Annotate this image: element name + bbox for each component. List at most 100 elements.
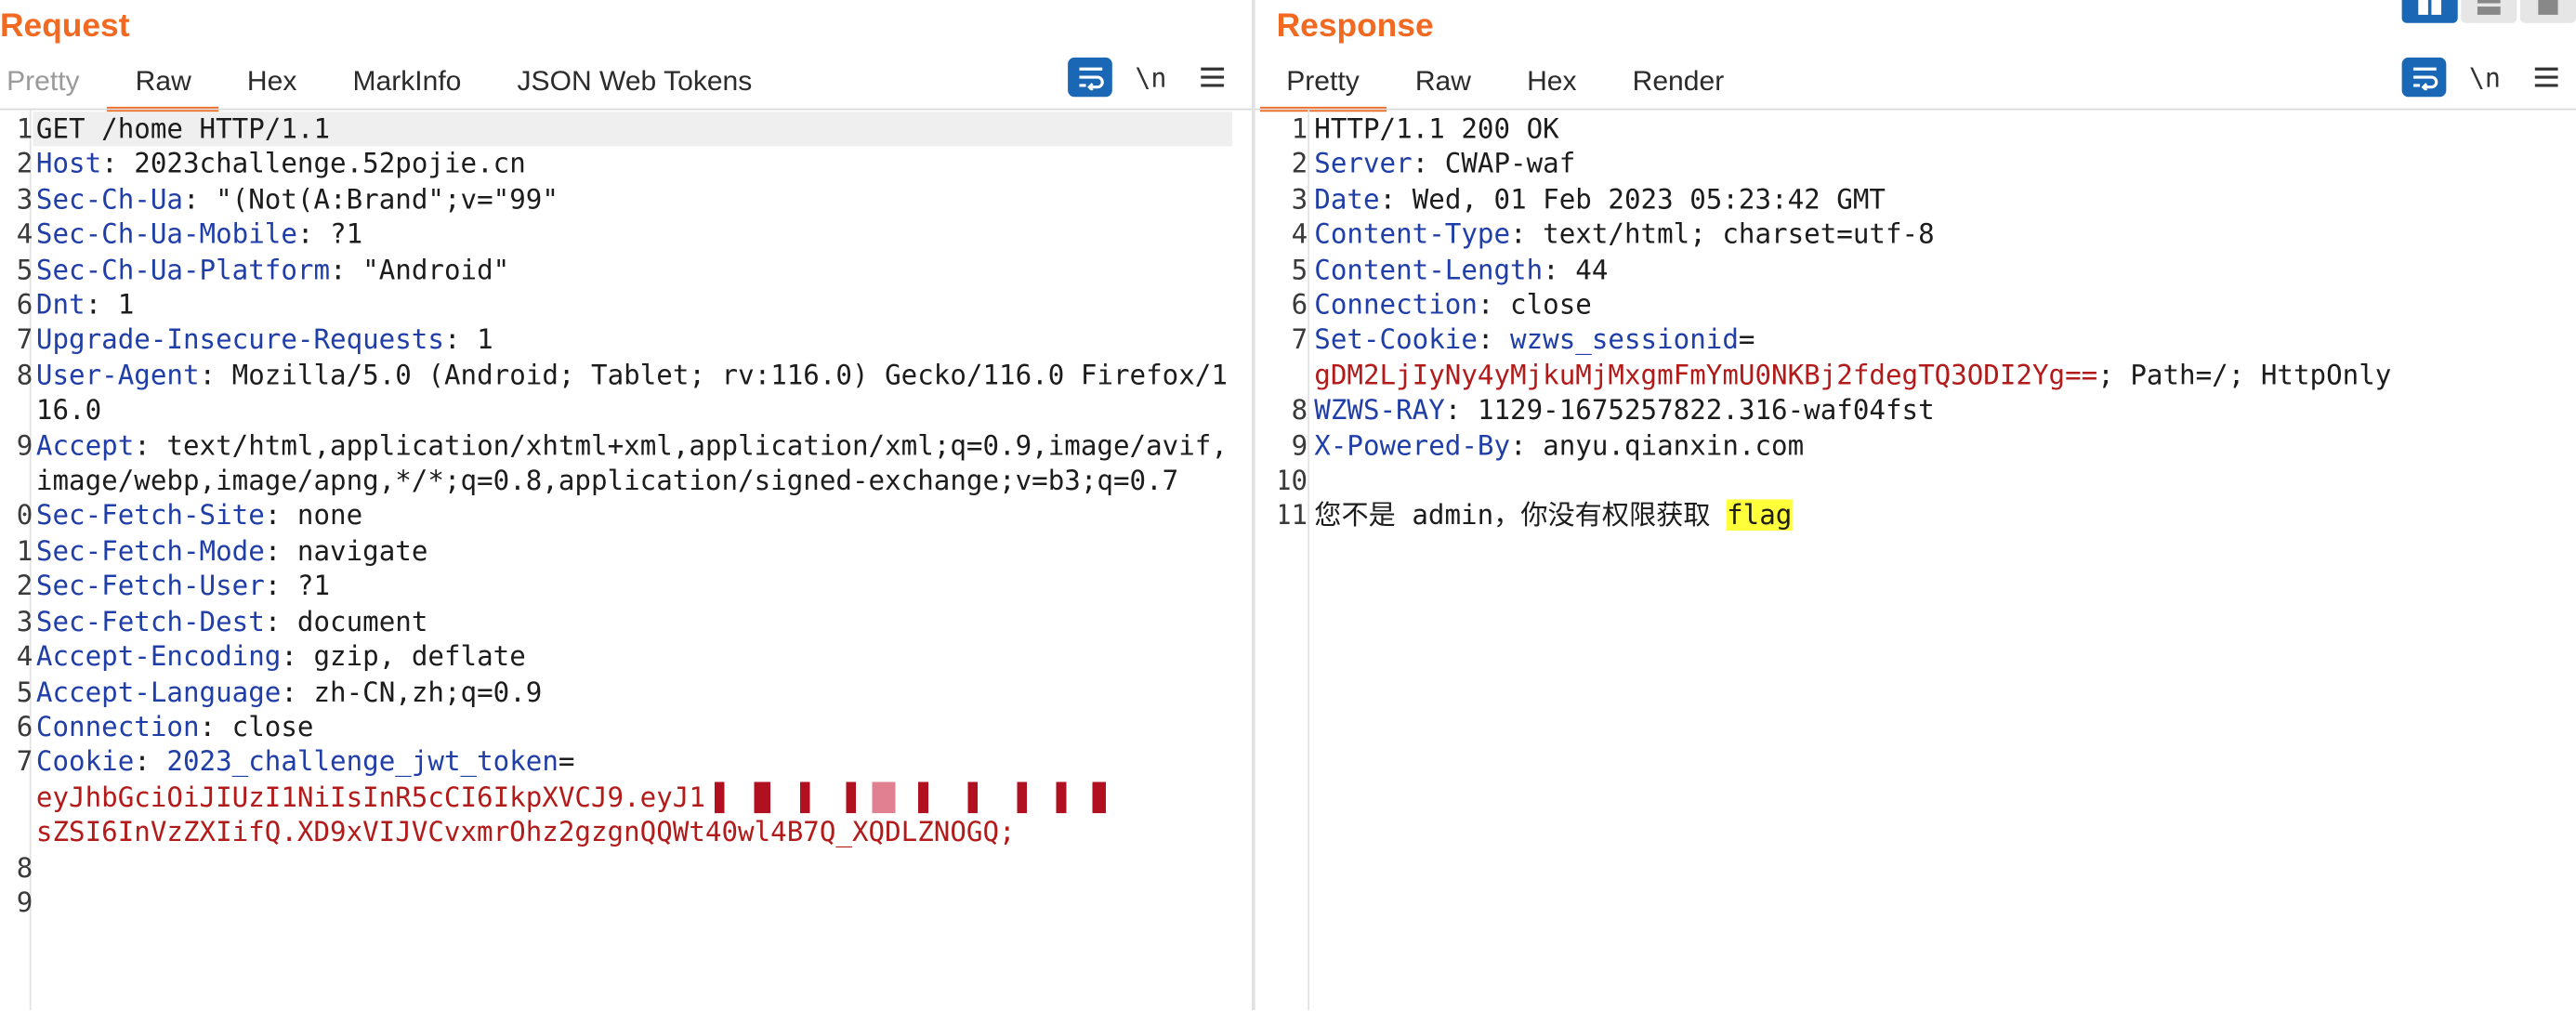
response-tab-raw[interactable]: Raw [1387,62,1499,107]
request-line: 9 Accept: text/html,application/xhtml+xm… [0,428,1232,499]
line-number: 3 [16,605,33,637]
hamburger-menu-icon [2533,67,2557,87]
header-value: anyu.qianxin.com [1543,429,1805,462]
line-number: 6 [1291,289,1308,321]
response-line: 7 Set-Cookie: wzws_sessionid= gDM2LjIyNy4… [1280,322,2576,393]
header-value: 44 [1575,254,1609,285]
header-name: Sec-Ch-Ua-Platform [35,254,331,285]
layout-split-vertical-button[interactable] [2461,0,2517,23]
layout-single-pane-button[interactable] [2519,0,2576,23]
layout-split-horizontal-button[interactable] [2401,0,2458,23]
response-tabs: Pretty Raw Hex Render [1259,62,1753,112]
header-name: Connection [35,711,200,742]
line-number: 2 [1291,148,1308,180]
request-line: 3 Sec-Fetch-Dest: document [0,604,1232,639]
layout-buttons [2401,0,2576,23]
header-name: Cookie [35,746,135,778]
header-name: Accept [35,429,135,462]
header-name: Sec-Fetch-Mode [35,535,265,567]
header-value: close [1510,289,1592,321]
request-newline-toggle[interactable]: \n [1129,58,1174,97]
header-value: 1 [117,289,135,321]
header-value: close [231,711,314,742]
response-line-text [1308,464,2576,499]
line-number: 9 [1291,429,1308,462]
response-line: 8 WZWS-RAY: 1129-1675257822.316-waf04fst [1280,393,2576,428]
request-tab-underline [0,108,1253,111]
cookie-value: gDM2LjIyNy4yMjkuMjMxgmFmYmU0NKBj2fdegTQ3… [1314,359,2098,391]
request-panel: Request Pretty Raw Hex MarkInfo JSON Web… [0,0,1253,1011]
line-number: 3 [1291,183,1308,216]
redaction-block: XXXXXXXXXXXXXXXXXXXXXXXXXXXXX [704,781,1179,813]
header-name: Content-Type [1314,218,1511,251]
line-number: 0 [16,500,33,532]
request-line: 9 [0,886,1232,921]
request-wrap-button[interactable] [1068,57,1112,98]
line-number: 7 [16,746,33,778]
response-line: 4 Content-Type: text/html; charset=utf-8 [1280,217,2576,253]
header-value: text/html; charset=utf-8 [1543,218,1935,251]
request-line: 3 Sec-Ch-Ua: "(Not(A:Brand";v="99" [0,182,1232,217]
request-tab-json-web-tokens[interactable]: JSON Web Tokens [489,62,780,107]
header-value: Mozilla/5.0 (Android; Tablet; rv:116.0) … [35,359,1228,427]
single-pane-icon [2538,0,2558,15]
request-line: 5 Accept-Language: zh-CN,zh;q=0.9 [0,675,1232,710]
request-line: 6 Connection: close [0,710,1232,745]
header-name: Sec-Ch-Ua [35,183,183,216]
line-number: 4 [16,218,33,251]
header-name: WZWS-RAY [1314,394,1445,427]
line-number: 3 [16,183,33,216]
request-tab-hex[interactable]: Hex [219,62,325,107]
request-editor[interactable]: 1 GET /home HTTP/1.1 2 Host: 2023challen… [0,112,1232,920]
header-name: X-Powered-By [1314,429,1511,462]
header-value: ?1 [296,570,331,602]
response-tab-hex[interactable]: Hex [1499,62,1605,107]
line-number: 6 [16,711,33,742]
header-name: Connection [1314,289,1478,321]
header-name: Date [1314,183,1380,216]
line-number: 8 [1291,394,1308,427]
cookie-value: eyJhbGciOiJIUzI1NiIsInR5cCI6IkpXVCJ9.eyJ… [35,781,705,813]
response-newline-toggle[interactable]: \n [2463,58,2507,97]
header-value: ?1 [330,218,363,251]
response-line: 10 [1280,464,2576,499]
search-highlight: flag [1727,500,1793,532]
header-name: Server [1314,148,1413,180]
request-title: Request [0,7,130,45]
cookie-name: 2023_challenge_jwt_token [166,746,559,778]
response-tab-pretty[interactable]: Pretty [1259,62,1387,112]
response-line: 6 Connection: close [1280,287,2576,322]
text-wrap-icon [1078,67,1103,91]
line-number: 1 [16,112,33,145]
header-name: Accept-Encoding [35,640,282,673]
header-name: Sec-Fetch-Site [35,500,265,532]
line-number: 4 [16,640,33,673]
response-editor[interactable]: 1 HTTP/1.1 200 OK 2 Server: CWAP-waf 3 D… [1280,112,2576,533]
line-number: 9 [16,429,33,462]
line-number: 5 [16,254,33,285]
response-menu-button[interactable] [2523,58,2568,97]
split-vertical-icon [2477,0,2501,15]
header-value: text/html,application/xhtml+xml,applicat… [35,429,1228,497]
response-body-text: 您不是 admin，你没有权限获取 [1314,500,1728,532]
request-tab-markinfo[interactable]: MarkInfo [324,62,489,107]
request-tab-raw[interactable]: Raw [107,62,219,112]
request-line: 1 Sec-Fetch-Mode: navigate [0,533,1232,569]
header-value: "Android" [362,254,510,285]
request-toolbar: \n [1068,57,1234,98]
header-name: Upgrade-Insecure-Requests [35,324,444,356]
request-line: 4 Sec-Ch-Ua-Mobile: ?1 [0,217,1232,253]
request-line: 2 Host: 2023challenge.52pojie.cn [0,147,1232,182]
request-tab-pretty[interactable]: Pretty [0,62,108,107]
request-line: 7 Cookie: 2023_challenge_jwt_token= eyJhb… [0,744,1232,850]
response-wrap-button[interactable] [2401,57,2447,98]
response-tab-underline [1255,108,2576,111]
header-value: zh-CN,zh;q=0.9 [313,676,543,708]
request-line: 4 Accept-Encoding: gzip, deflate [0,639,1232,675]
request-menu-button[interactable] [1189,58,1234,97]
line-number: 7 [16,324,33,356]
line-number: 6 [16,289,33,321]
header-value: 2023challenge.52pojie.cn [134,148,526,180]
cookie-name: wzws_sessionid [1510,324,1739,356]
response-tab-render[interactable]: Render [1605,62,1753,107]
